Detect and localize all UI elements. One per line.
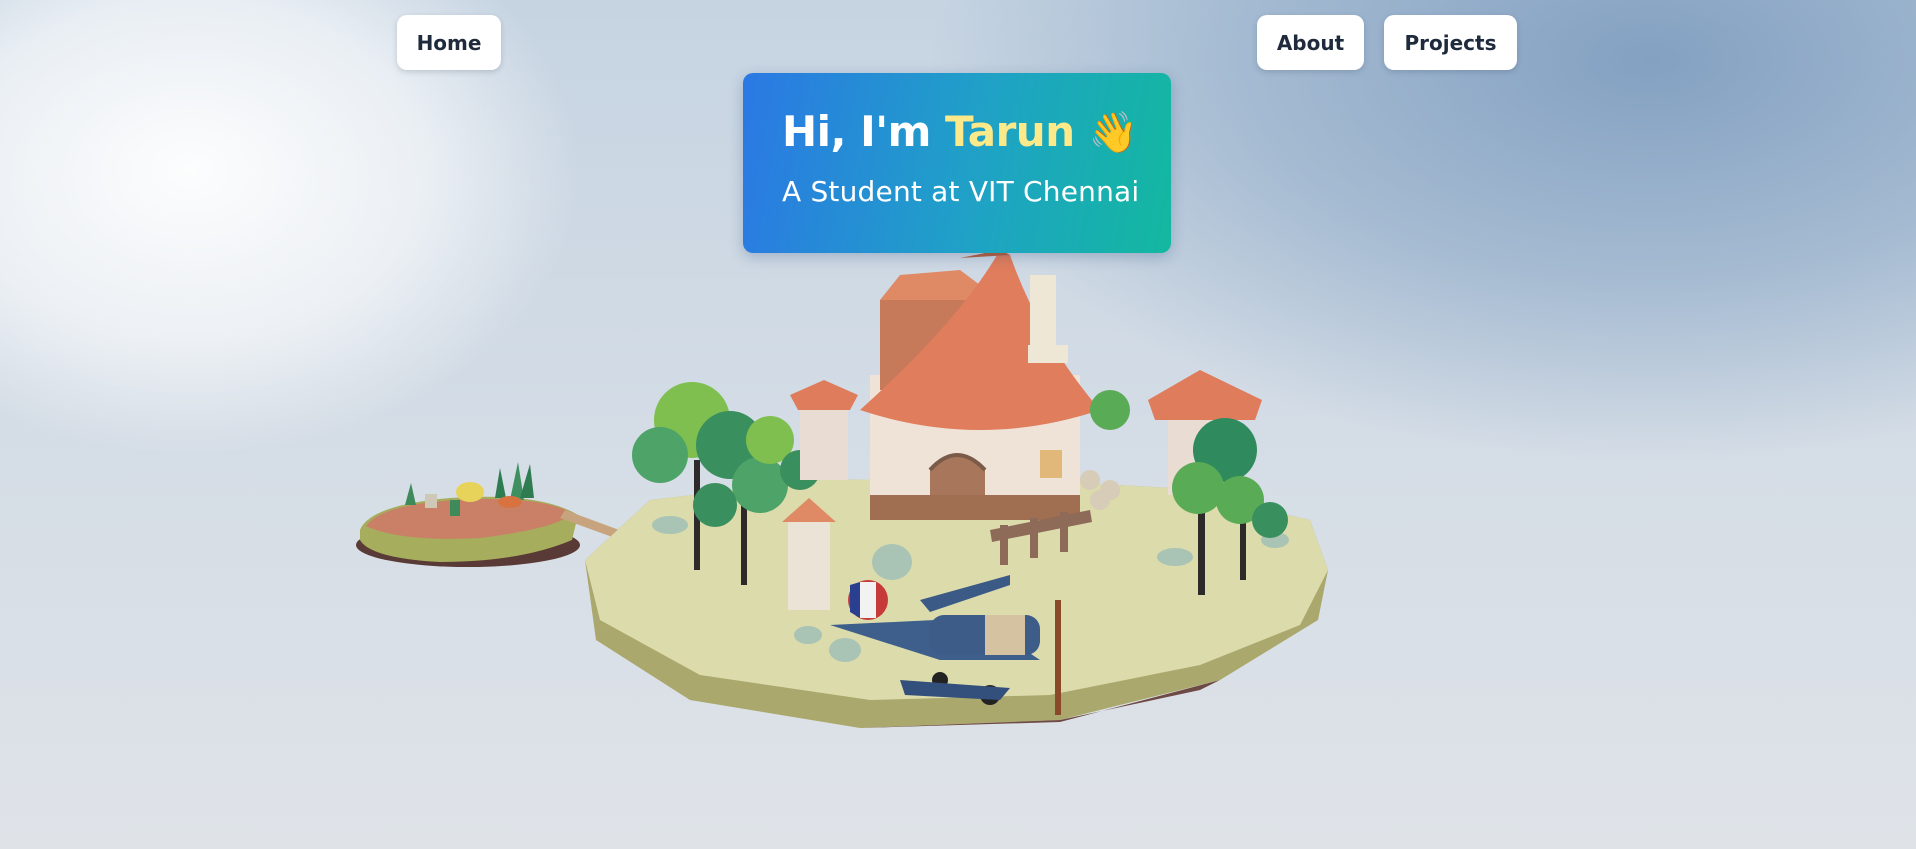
name-highlight: Tarun [945, 107, 1075, 156]
nav-home-button[interactable]: Home [397, 15, 501, 70]
intro-subtitle: A Student at VIT Chennai [782, 175, 1140, 208]
intro-card: Hi, I'm Tarun 👋 A Student at VIT Chennai [743, 73, 1171, 253]
intro-heading: Hi, I'm Tarun 👋 [782, 110, 1171, 156]
waving-hand-icon: 👋 [1088, 110, 1139, 156]
nav-projects-button[interactable]: Projects [1384, 15, 1517, 70]
nav-about-button[interactable]: About [1257, 15, 1364, 70]
greeting-text: Hi, I'm [782, 107, 945, 156]
